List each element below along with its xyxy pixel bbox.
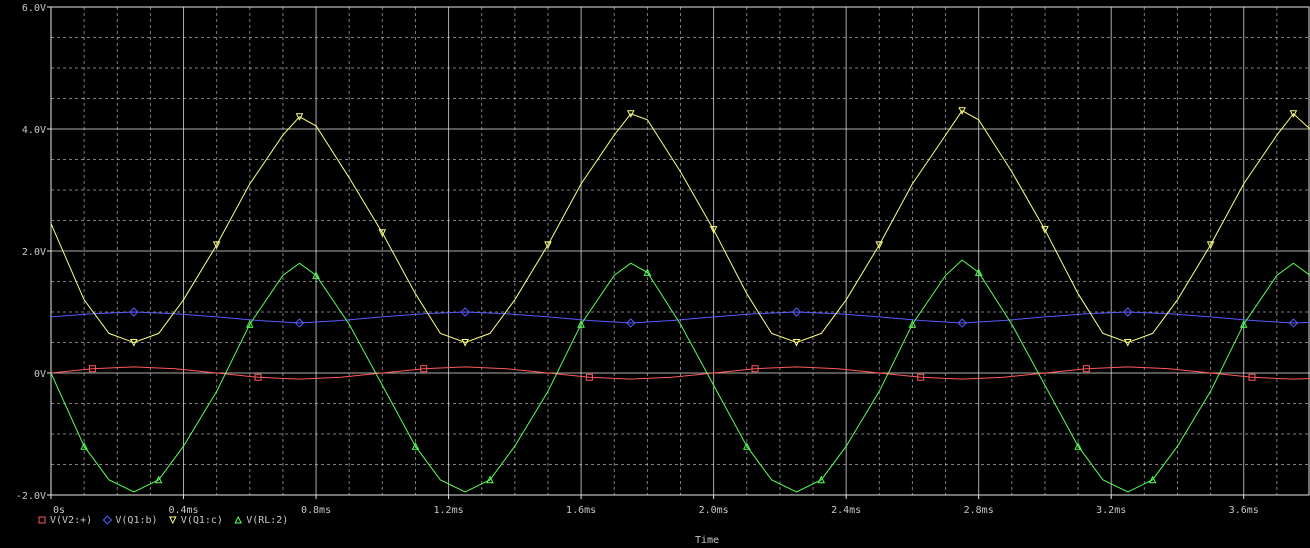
x-tick-label: 2.8ms [964, 505, 994, 516]
legend-entry-label: V(Q1:c) [181, 515, 223, 526]
y-tick-label: 2.0V [22, 247, 46, 258]
y-tick-label: 4.0V [22, 125, 46, 136]
x-tick-label: 2.0ms [699, 505, 729, 516]
legend-entry-label: V(RL:2) [246, 515, 288, 526]
legend-entry-label: V(Q1:b) [115, 515, 157, 526]
y-tick-label: -2.0V [16, 491, 46, 502]
series-marker [234, 515, 243, 524]
x-axis-label: Time [695, 535, 719, 546]
x-tick-labels: 0s 0.4ms 0.8ms 1.2ms 1.6ms 2.0ms 2.4ms 2.8ms 3.2… [50, 495, 1259, 516]
grid [51, 7, 1310, 495]
series-marker [168, 516, 177, 525]
legend: V(V2:+) V(Q1:b) V(Q1:c) V(RL:2) [38, 515, 288, 526]
y-tick-label: 6.0V [22, 3, 46, 14]
x-tick-label: 1.6ms [566, 505, 596, 516]
series-marker [102, 515, 113, 525]
y-tick-label: 0V [34, 369, 46, 380]
legend-entry-label: V(V2:+) [50, 515, 92, 526]
chart-canvas: 6.0V4.0V2.0V0V-2.0V 0s 0.4ms 0.8ms 1.2ms 1.6… [16, 3, 1310, 546]
x-tick-label: 3.6ms [1229, 505, 1259, 516]
x-tick-label: 1.2ms [434, 505, 464, 516]
series-marker [38, 516, 46, 524]
y-tick-labels: 6.0V 4.0V 2.0V 0V -2.0V [16, 3, 51, 502]
x-tick-label: 3.2ms [1096, 505, 1126, 516]
x-tick-label: 0.8ms [301, 505, 331, 516]
x-tick-label: 2.4ms [831, 505, 861, 516]
